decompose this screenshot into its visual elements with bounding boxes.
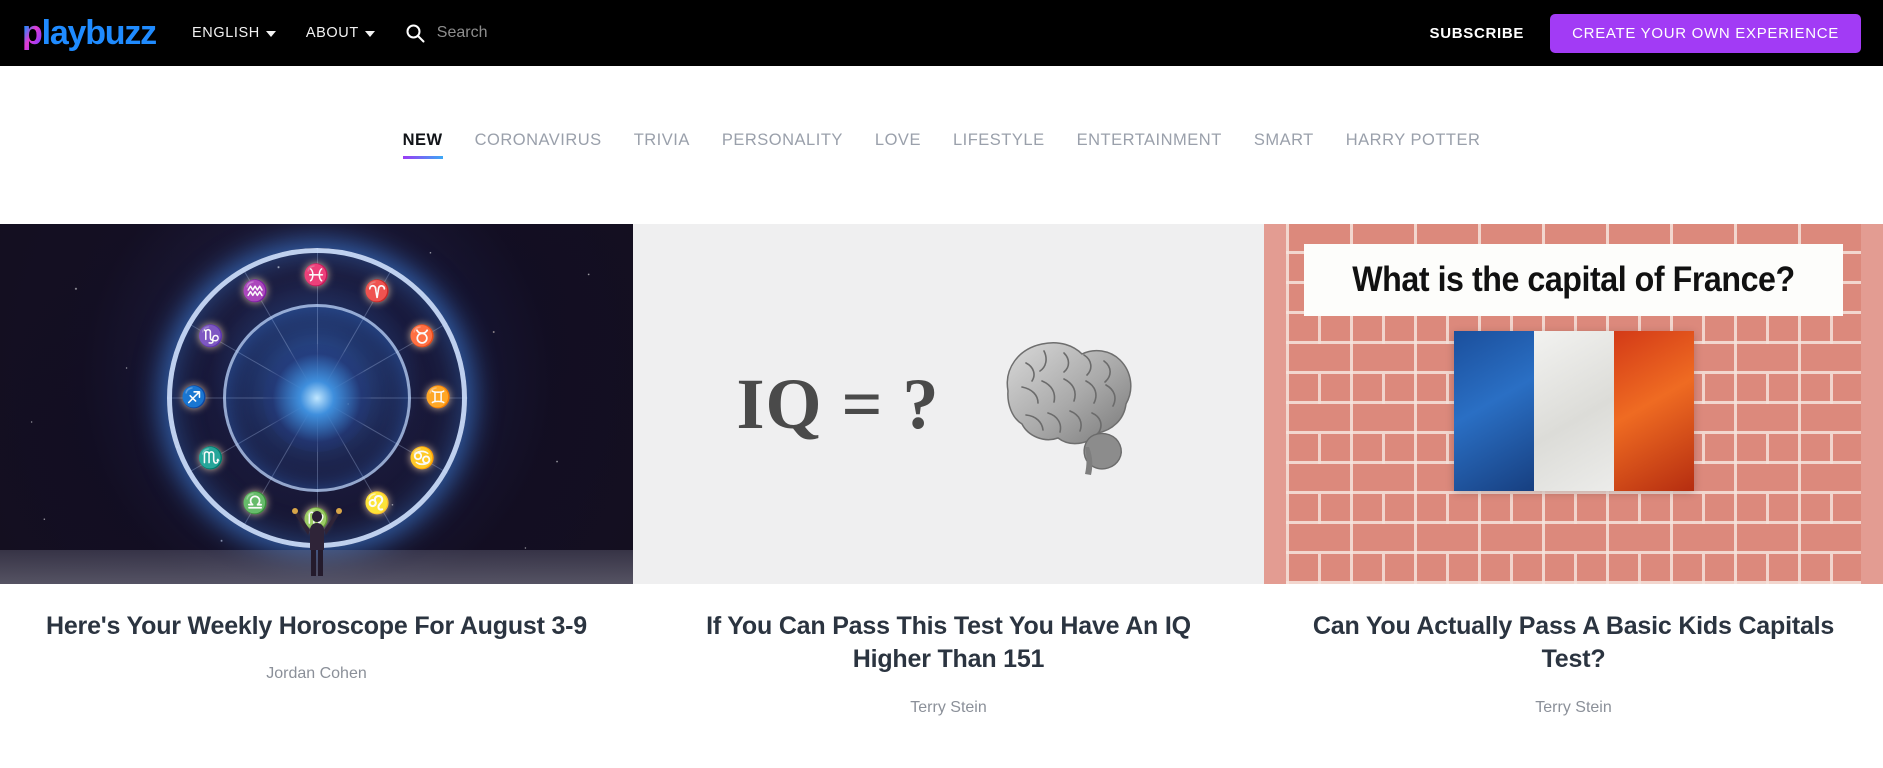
question-banner-text: What is the capital of France? bbox=[1352, 260, 1795, 299]
brain-icon bbox=[1006, 342, 1132, 475]
article-card[interactable]: What is the capital of France? Can You A… bbox=[1264, 224, 1883, 717]
article-card[interactable]: ♓♈♉♊♋♌♍♎♏♐♑♒ Here's Your Weekly Horoscop… bbox=[0, 224, 633, 683]
card-title[interactable]: Can You Actually Pass A Basic Kids Capit… bbox=[1296, 610, 1851, 677]
zodiac-sign-glyph: ♈ bbox=[364, 280, 391, 304]
search-box[interactable] bbox=[405, 23, 697, 43]
question-banner: What is the capital of France? bbox=[1304, 244, 1843, 316]
card-body: Here's Your Weekly Horoscope For August … bbox=[0, 584, 633, 683]
playbuzz-logo[interactable]: p laybuzz bbox=[22, 14, 158, 52]
card-thumbnail-iq[interactable]: IQ = ? bbox=[633, 224, 1264, 584]
zodiac-wheel-graphic: ♓♈♉♊♋♌♍♎♏♐♑♒ bbox=[166, 248, 467, 548]
header-actions: SUBSCRIBE CREATE YOUR OWN EXPERIENCE bbox=[1429, 13, 1861, 53]
zodiac-sign-glyph: ♋ bbox=[409, 447, 436, 470]
zodiac-sign-glyph: ♎ bbox=[242, 491, 269, 515]
zodiac-sign-glyph: ♊ bbox=[425, 386, 452, 409]
card-author: Terry Stein bbox=[910, 698, 987, 716]
site-header: playbuzz ENGLISH ABOUT SUBSCRIBE CREATE … bbox=[0, 0, 1883, 66]
zodiac-sign-glyph: ♉ bbox=[409, 325, 436, 348]
card-title[interactable]: If You Can Pass This Test You Have An IQ… bbox=[665, 610, 1232, 677]
zodiac-sign-glyph: ♒ bbox=[242, 280, 269, 304]
zodiac-core-glow bbox=[262, 344, 371, 452]
nav-item-english-label: ENGLISH bbox=[191, 25, 260, 41]
tab-trivia[interactable]: TRIVIA bbox=[634, 131, 690, 159]
zodiac-sign-glyph: ♑ bbox=[197, 325, 224, 348]
zodiac-sign-glyph: ♓ bbox=[303, 264, 330, 287]
chevron-down-icon bbox=[265, 31, 276, 37]
nav-item-about[interactable]: ABOUT bbox=[306, 25, 375, 41]
logo-p-glyph: p bbox=[22, 14, 43, 52]
card-body: If You Can Pass This Test You Have An IQ… bbox=[633, 584, 1264, 717]
flag-red-stripe bbox=[1613, 331, 1694, 492]
person-silhouette-icon bbox=[291, 508, 342, 576]
tab-new[interactable]: NEW bbox=[402, 131, 443, 159]
article-card[interactable]: IQ = ? If You Can Pass This Test You Hav… bbox=[633, 224, 1264, 717]
flag-blue-stripe bbox=[1453, 331, 1534, 492]
category-tabs: NEW CORONAVIRUS TRIVIA PERSONALITY LOVE … bbox=[402, 131, 1481, 159]
chevron-down-icon bbox=[364, 31, 375, 37]
card-thumbnail-capitals[interactable]: What is the capital of France? bbox=[1264, 224, 1883, 584]
card-author: Terry Stein bbox=[1535, 698, 1612, 716]
category-tabs-bar: NEW CORONAVIRUS TRIVIA PERSONALITY LOVE … bbox=[0, 66, 1883, 224]
tab-smart[interactable]: SMART bbox=[1254, 131, 1314, 159]
tab-love[interactable]: LOVE bbox=[875, 131, 921, 159]
zodiac-sign-glyph: ♏ bbox=[197, 447, 224, 470]
zodiac-sign-glyph: ♐ bbox=[181, 386, 208, 409]
brick-wall-background: What is the capital of France? bbox=[1286, 224, 1861, 584]
tab-coronavirus[interactable]: CORONAVIRUS bbox=[475, 131, 602, 159]
card-body: Can You Actually Pass A Basic Kids Capit… bbox=[1264, 584, 1883, 717]
card-title[interactable]: Here's Your Weekly Horoscope For August … bbox=[32, 610, 601, 643]
logo-text: laybuzz bbox=[41, 14, 158, 52]
article-card-grid: ♓♈♉♊♋♌♍♎♏♐♑♒ Here's Your Weekly Horoscop… bbox=[0, 224, 1883, 717]
tab-personality[interactable]: PERSONALITY bbox=[722, 131, 843, 159]
header-nav: ENGLISH ABOUT bbox=[192, 25, 375, 41]
subscribe-button[interactable]: SUBSCRIBE bbox=[1429, 25, 1524, 42]
zodiac-sign-glyph: ♌ bbox=[364, 491, 391, 515]
create-your-own-experience-button[interactable]: CREATE YOUR OWN EXPERIENCE bbox=[1550, 13, 1861, 53]
search-input[interactable] bbox=[436, 24, 697, 42]
nav-item-about-label: ABOUT bbox=[305, 25, 359, 41]
nav-item-english[interactable]: ENGLISH bbox=[192, 25, 276, 41]
card-thumbnail-zodiac[interactable]: ♓♈♉♊♋♌♍♎♏♐♑♒ bbox=[0, 224, 633, 584]
tab-harry-potter[interactable]: HARRY POTTER bbox=[1346, 131, 1481, 159]
card-author: Jordan Cohen bbox=[266, 665, 367, 683]
tab-lifestyle[interactable]: LIFESTYLE bbox=[953, 131, 1045, 159]
search-icon[interactable] bbox=[405, 23, 425, 43]
tab-entertainment[interactable]: ENTERTAINMENT bbox=[1077, 131, 1222, 159]
france-flag-icon bbox=[1453, 331, 1694, 492]
flag-white-stripe bbox=[1533, 331, 1614, 492]
iq-equation-text: IQ = ? bbox=[736, 363, 940, 444]
